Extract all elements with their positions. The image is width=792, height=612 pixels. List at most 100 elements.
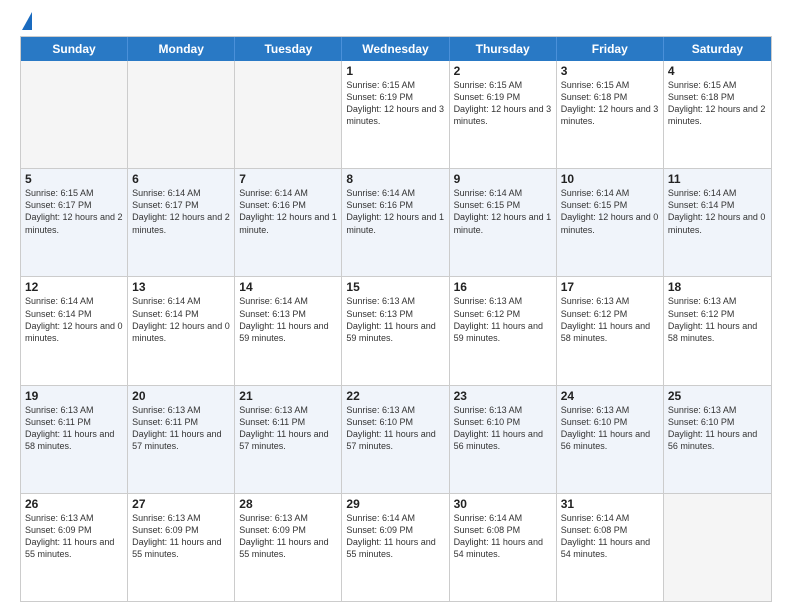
calendar-cell: 17Sunrise: 6:13 AM Sunset: 6:12 PM Dayli… [557, 277, 664, 384]
calendar-row: 19Sunrise: 6:13 AM Sunset: 6:11 PM Dayli… [21, 386, 771, 494]
calendar-cell: 27Sunrise: 6:13 AM Sunset: 6:09 PM Dayli… [128, 494, 235, 601]
cell-info: Sunrise: 6:13 AM Sunset: 6:12 PM Dayligh… [668, 295, 767, 344]
calendar-header-cell: Sunday [21, 37, 128, 61]
calendar-cell [664, 494, 771, 601]
calendar-cell [235, 61, 342, 168]
cell-day-number: 27 [132, 497, 230, 511]
cell-day-number: 4 [668, 64, 767, 78]
page: SundayMondayTuesdayWednesdayThursdayFrid… [0, 0, 792, 612]
cell-info: Sunrise: 6:15 AM Sunset: 6:18 PM Dayligh… [561, 79, 659, 128]
cell-info: Sunrise: 6:14 AM Sunset: 6:16 PM Dayligh… [346, 187, 444, 236]
cell-info: Sunrise: 6:14 AM Sunset: 6:14 PM Dayligh… [132, 295, 230, 344]
cell-info: Sunrise: 6:14 AM Sunset: 6:09 PM Dayligh… [346, 512, 444, 561]
cell-day-number: 17 [561, 280, 659, 294]
cell-day-number: 23 [454, 389, 552, 403]
calendar-cell: 22Sunrise: 6:13 AM Sunset: 6:10 PM Dayli… [342, 386, 449, 493]
calendar-row: 12Sunrise: 6:14 AM Sunset: 6:14 PM Dayli… [21, 277, 771, 385]
logo-triangle-icon [22, 12, 32, 30]
calendar-header-cell: Thursday [450, 37, 557, 61]
calendar-cell: 9Sunrise: 6:14 AM Sunset: 6:15 PM Daylig… [450, 169, 557, 276]
cell-info: Sunrise: 6:13 AM Sunset: 6:13 PM Dayligh… [346, 295, 444, 344]
header [20, 16, 772, 26]
calendar-row: 5Sunrise: 6:15 AM Sunset: 6:17 PM Daylig… [21, 169, 771, 277]
cell-info: Sunrise: 6:15 AM Sunset: 6:19 PM Dayligh… [454, 79, 552, 128]
logo [20, 16, 32, 26]
cell-info: Sunrise: 6:14 AM Sunset: 6:17 PM Dayligh… [132, 187, 230, 236]
cell-info: Sunrise: 6:14 AM Sunset: 6:16 PM Dayligh… [239, 187, 337, 236]
cell-day-number: 31 [561, 497, 659, 511]
calendar-cell: 16Sunrise: 6:13 AM Sunset: 6:12 PM Dayli… [450, 277, 557, 384]
cell-info: Sunrise: 6:15 AM Sunset: 6:17 PM Dayligh… [25, 187, 123, 236]
cell-info: Sunrise: 6:15 AM Sunset: 6:19 PM Dayligh… [346, 79, 444, 128]
calendar-cell: 6Sunrise: 6:14 AM Sunset: 6:17 PM Daylig… [128, 169, 235, 276]
calendar-cell: 31Sunrise: 6:14 AM Sunset: 6:08 PM Dayli… [557, 494, 664, 601]
calendar-cell: 12Sunrise: 6:14 AM Sunset: 6:14 PM Dayli… [21, 277, 128, 384]
cell-day-number: 21 [239, 389, 337, 403]
calendar-row: 1Sunrise: 6:15 AM Sunset: 6:19 PM Daylig… [21, 61, 771, 169]
cell-day-number: 13 [132, 280, 230, 294]
calendar-cell: 1Sunrise: 6:15 AM Sunset: 6:19 PM Daylig… [342, 61, 449, 168]
calendar-cell: 13Sunrise: 6:14 AM Sunset: 6:14 PM Dayli… [128, 277, 235, 384]
cell-info: Sunrise: 6:14 AM Sunset: 6:14 PM Dayligh… [25, 295, 123, 344]
calendar-cell: 23Sunrise: 6:13 AM Sunset: 6:10 PM Dayli… [450, 386, 557, 493]
cell-day-number: 28 [239, 497, 337, 511]
cell-day-number: 14 [239, 280, 337, 294]
cell-day-number: 22 [346, 389, 444, 403]
cell-info: Sunrise: 6:13 AM Sunset: 6:11 PM Dayligh… [132, 404, 230, 453]
cell-info: Sunrise: 6:14 AM Sunset: 6:08 PM Dayligh… [561, 512, 659, 561]
cell-day-number: 24 [561, 389, 659, 403]
calendar-cell: 26Sunrise: 6:13 AM Sunset: 6:09 PM Dayli… [21, 494, 128, 601]
cell-info: Sunrise: 6:13 AM Sunset: 6:09 PM Dayligh… [25, 512, 123, 561]
cell-day-number: 12 [25, 280, 123, 294]
calendar-cell [128, 61, 235, 168]
cell-day-number: 5 [25, 172, 123, 186]
calendar-header-cell: Wednesday [342, 37, 449, 61]
cell-day-number: 1 [346, 64, 444, 78]
calendar-header-cell: Saturday [664, 37, 771, 61]
calendar-cell: 24Sunrise: 6:13 AM Sunset: 6:10 PM Dayli… [557, 386, 664, 493]
calendar-header-cell: Monday [128, 37, 235, 61]
cell-info: Sunrise: 6:14 AM Sunset: 6:14 PM Dayligh… [668, 187, 767, 236]
cell-info: Sunrise: 6:14 AM Sunset: 6:13 PM Dayligh… [239, 295, 337, 344]
cell-info: Sunrise: 6:13 AM Sunset: 6:10 PM Dayligh… [561, 404, 659, 453]
calendar-header-cell: Friday [557, 37, 664, 61]
cell-info: Sunrise: 6:13 AM Sunset: 6:11 PM Dayligh… [25, 404, 123, 453]
calendar-row: 26Sunrise: 6:13 AM Sunset: 6:09 PM Dayli… [21, 494, 771, 601]
logo-text [20, 16, 32, 30]
cell-day-number: 18 [668, 280, 767, 294]
cell-day-number: 11 [668, 172, 767, 186]
calendar-cell: 15Sunrise: 6:13 AM Sunset: 6:13 PM Dayli… [342, 277, 449, 384]
cell-day-number: 2 [454, 64, 552, 78]
cell-info: Sunrise: 6:13 AM Sunset: 6:09 PM Dayligh… [239, 512, 337, 561]
cell-day-number: 8 [346, 172, 444, 186]
calendar-cell: 30Sunrise: 6:14 AM Sunset: 6:08 PM Dayli… [450, 494, 557, 601]
calendar-cell: 18Sunrise: 6:13 AM Sunset: 6:12 PM Dayli… [664, 277, 771, 384]
cell-day-number: 10 [561, 172, 659, 186]
cell-day-number: 7 [239, 172, 337, 186]
calendar-cell: 25Sunrise: 6:13 AM Sunset: 6:10 PM Dayli… [664, 386, 771, 493]
calendar-cell: 14Sunrise: 6:14 AM Sunset: 6:13 PM Dayli… [235, 277, 342, 384]
calendar-cell: 5Sunrise: 6:15 AM Sunset: 6:17 PM Daylig… [21, 169, 128, 276]
cell-day-number: 15 [346, 280, 444, 294]
cell-info: Sunrise: 6:14 AM Sunset: 6:15 PM Dayligh… [454, 187, 552, 236]
cell-day-number: 29 [346, 497, 444, 511]
calendar-cell: 2Sunrise: 6:15 AM Sunset: 6:19 PM Daylig… [450, 61, 557, 168]
cell-info: Sunrise: 6:14 AM Sunset: 6:15 PM Dayligh… [561, 187, 659, 236]
calendar-cell: 20Sunrise: 6:13 AM Sunset: 6:11 PM Dayli… [128, 386, 235, 493]
cell-day-number: 9 [454, 172, 552, 186]
cell-info: Sunrise: 6:13 AM Sunset: 6:10 PM Dayligh… [346, 404, 444, 453]
calendar: SundayMondayTuesdayWednesdayThursdayFrid… [20, 36, 772, 602]
calendar-cell: 7Sunrise: 6:14 AM Sunset: 6:16 PM Daylig… [235, 169, 342, 276]
cell-info: Sunrise: 6:13 AM Sunset: 6:10 PM Dayligh… [454, 404, 552, 453]
calendar-cell: 29Sunrise: 6:14 AM Sunset: 6:09 PM Dayli… [342, 494, 449, 601]
cell-day-number: 26 [25, 497, 123, 511]
cell-day-number: 6 [132, 172, 230, 186]
calendar-header: SundayMondayTuesdayWednesdayThursdayFrid… [21, 37, 771, 61]
cell-day-number: 16 [454, 280, 552, 294]
calendar-header-cell: Tuesday [235, 37, 342, 61]
calendar-cell: 21Sunrise: 6:13 AM Sunset: 6:11 PM Dayli… [235, 386, 342, 493]
calendar-cell: 19Sunrise: 6:13 AM Sunset: 6:11 PM Dayli… [21, 386, 128, 493]
cell-info: Sunrise: 6:13 AM Sunset: 6:12 PM Dayligh… [454, 295, 552, 344]
cell-info: Sunrise: 6:14 AM Sunset: 6:08 PM Dayligh… [454, 512, 552, 561]
calendar-cell: 10Sunrise: 6:14 AM Sunset: 6:15 PM Dayli… [557, 169, 664, 276]
